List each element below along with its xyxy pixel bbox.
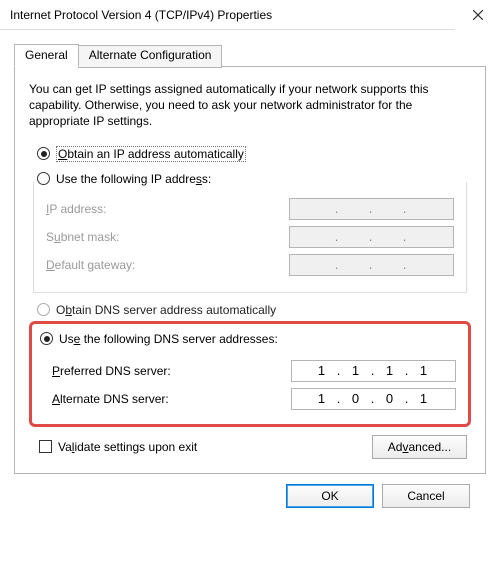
ok-button[interactable]: OK	[286, 484, 374, 508]
bottom-row: Validate settings upon exit Advanced...	[39, 435, 467, 459]
checkbox-icon	[39, 440, 52, 453]
cancel-button[interactable]: Cancel	[382, 484, 470, 508]
ip-address-input: ...	[289, 198, 454, 220]
default-gateway-row: Default gateway: ...	[46, 254, 454, 276]
radio-label: Use the following DNS server addresses:	[59, 332, 278, 346]
default-gateway-label: Default gateway:	[46, 258, 135, 272]
alternate-dns-row: Alternate DNS server: 1.0.0.1	[52, 388, 456, 410]
dialog-actions: OK Cancel	[14, 474, 486, 508]
dialog-content: General Alternate Configuration You can …	[0, 30, 500, 518]
radio-label: Obtain DNS server address automatically	[56, 303, 276, 317]
radio-obtain-ip-auto[interactable]: Obtain an IP address automatically	[37, 146, 471, 162]
ip-address-row: IP address: ...	[46, 198, 454, 220]
close-button[interactable]	[455, 0, 500, 30]
tab-alternate-configuration[interactable]: Alternate Configuration	[78, 45, 223, 68]
radio-icon	[37, 303, 50, 316]
radio-label: Obtain an IP address automatically	[56, 146, 246, 162]
subnet-mask-input: ...	[289, 226, 454, 248]
titlebar: Internet Protocol Version 4 (TCP/IPv4) P…	[0, 0, 500, 30]
ip-address-label: IP address:	[46, 202, 107, 216]
alternate-dns-label: Alternate DNS server:	[52, 392, 169, 406]
radio-icon	[40, 332, 53, 345]
tab-strip: General Alternate Configuration	[14, 44, 486, 67]
default-gateway-input: ...	[289, 254, 454, 276]
description-text: You can get IP settings assigned automat…	[29, 81, 471, 130]
preferred-dns-row: Preferred DNS server: 1.1.1.1	[52, 360, 456, 382]
radio-icon	[37, 147, 50, 160]
window-title: Internet Protocol Version 4 (TCP/IPv4) P…	[10, 8, 455, 22]
preferred-dns-label: Preferred DNS server:	[52, 364, 171, 378]
radio-use-dns-manual[interactable]: Use the following DNS server addresses:	[40, 332, 462, 346]
close-icon	[473, 10, 483, 20]
alternate-dns-input[interactable]: 1.0.0.1	[291, 388, 456, 410]
subnet-mask-label: Subnet mask:	[46, 230, 119, 244]
validate-checkbox[interactable]: Validate settings upon exit	[39, 440, 197, 454]
preferred-dns-input[interactable]: 1.1.1.1	[291, 360, 456, 382]
ip-settings-group: IP address: ... Subnet mask: ... Default…	[33, 182, 467, 293]
validate-label: Validate settings upon exit	[58, 440, 197, 454]
subnet-mask-row: Subnet mask: ...	[46, 226, 454, 248]
tab-general[interactable]: General	[14, 44, 79, 67]
advanced-button[interactable]: Advanced...	[372, 435, 467, 459]
tab-body-general: You can get IP settings assigned automat…	[14, 66, 486, 474]
radio-obtain-dns-auto: Obtain DNS server address automatically	[37, 303, 471, 317]
dns-highlight: Use the following DNS server addresses: …	[29, 321, 471, 427]
